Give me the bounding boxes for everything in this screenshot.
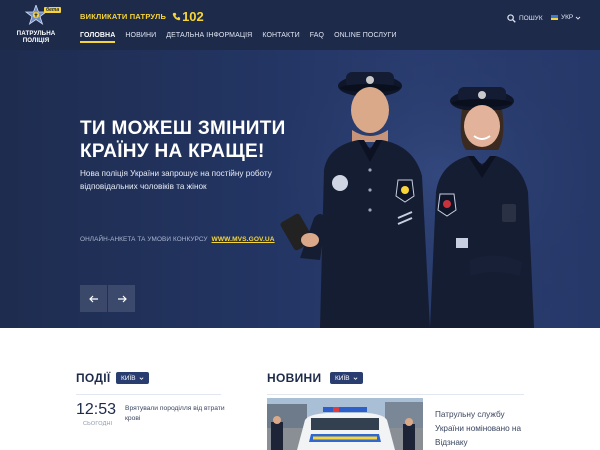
call-patrol-label: ВИКЛИКАТИ ПАТРУЛЬ [80, 11, 167, 21]
police-car-photo [267, 398, 423, 450]
hero-subtitle: Нова поліція України запрошує на постійн… [80, 169, 272, 191]
news-city-select[interactable]: КИЇВ [330, 372, 363, 384]
hero-title: ТИ МОЖЕШ ЗМІНИТИ КРАЇНУ НА КРАЩЕ! [80, 117, 320, 163]
police-officers-photo [280, 50, 600, 328]
hero-title-line2: КРАЇНУ НА КРАЩЕ! [80, 141, 265, 162]
search-icon [507, 14, 516, 23]
search-label: ПОШУК [519, 15, 543, 22]
event-time: 12:53 [76, 401, 117, 418]
events-city-label: КИЇВ [121, 374, 136, 382]
phone-icon [172, 12, 181, 20]
logo-text: ПАТРУЛЬНА ПОЛІЦІЯ [10, 30, 62, 44]
event-text: Врятували породілля від втрати крові [125, 405, 225, 422]
main-nav: ГОЛОВНА НОВИНИ ДЕТАЛЬНА ІНФОРМАЦІЯ КОНТА… [80, 31, 407, 43]
nav-item-details[interactable]: ДЕТАЛЬНА ІНФОРМАЦІЯ [166, 31, 252, 43]
slider-next-button[interactable] [108, 285, 135, 312]
call-patrol[interactable]: ВИКЛИКАТИ ПАТРУЛЬ 102 [80, 9, 204, 24]
language-selector[interactable]: УКР [551, 14, 581, 21]
content-section: ПОДІЇ КИЇВ 12:53 СЬОГОДНІ Врятували поро… [0, 328, 600, 450]
arrow-right-icon [117, 295, 127, 302]
hero-cta-text: ОНЛАЙН-АНКЕТА ТА УМОВИ КОНКУРСУ [80, 236, 208, 243]
nav-item-contacts[interactable]: КОНТАКТИ [262, 31, 299, 43]
events-city-select[interactable]: КИЇВ [116, 372, 149, 384]
patrol-police-logo[interactable]: бета ПАТРУЛЬНА ПОЛІЦІЯ [10, 5, 62, 47]
nav-item-news[interactable]: НОВИНИ [125, 31, 156, 43]
news-divider [267, 394, 524, 395]
site-header: бета ПАТРУЛЬНА ПОЛІЦІЯ ВИКЛИКАТИ ПАТРУЛЬ… [0, 0, 600, 50]
nav-item-home[interactable]: ГОЛОВНА [80, 31, 116, 43]
news-item-text[interactable]: Патрульну службу України номіновано на В… [435, 408, 535, 450]
beta-badge: бета [44, 7, 62, 13]
search-button[interactable]: ПОШУК [507, 14, 543, 23]
hero-cta-link[interactable]: WWW.MVS.GOV.UA [212, 236, 275, 243]
arrow-left-icon [88, 295, 98, 302]
language-label: УКР [561, 14, 574, 21]
events-title: ПОДІЇ [76, 371, 111, 385]
chevron-down-icon [353, 376, 358, 380]
news-city-label: КИЇВ [335, 374, 350, 382]
ukraine-flag-icon [551, 15, 558, 20]
news-photo[interactable] [267, 398, 423, 450]
slider-prev-button[interactable] [80, 285, 107, 312]
nav-item-faq[interactable]: FAQ [310, 31, 324, 43]
call-patrol-number[interactable]: 102 [182, 9, 204, 24]
chevron-down-icon [575, 16, 581, 20]
news-title: НОВИНИ [267, 371, 322, 385]
logo-text-line2: ПОЛІЦІЯ [22, 37, 50, 44]
event-day: СЬОГОДНІ [83, 421, 113, 427]
nav-item-online-services[interactable]: ONLINE ПОСЛУГИ [334, 31, 397, 43]
hero-banner: ТИ МОЖЕШ ЗМІНИТИ КРАЇНУ НА КРАЩЕ! Нова п… [0, 50, 600, 328]
slider-controls [80, 285, 136, 312]
hero-cta: ОНЛАЙН-АНКЕТА ТА УМОВИ КОНКУРСУ WWW.MVS.… [80, 236, 275, 243]
logo-text-line1: ПАТРУЛЬНА [16, 30, 56, 37]
chevron-down-icon [139, 376, 144, 380]
events-divider [76, 394, 221, 395]
hero-title-line1: ТИ МОЖЕШ ЗМІНИТИ [80, 118, 286, 139]
